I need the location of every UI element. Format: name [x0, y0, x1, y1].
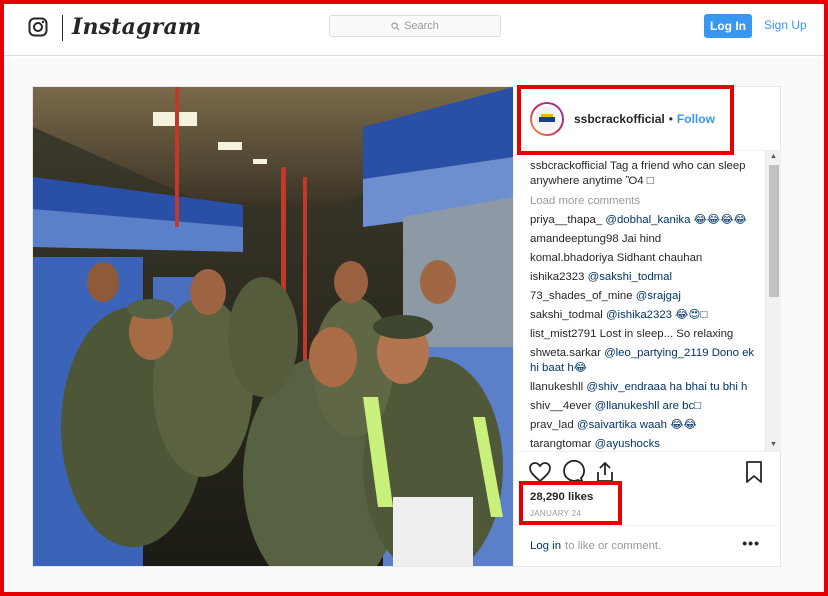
comment-text: Sidhant chauhan [616, 252, 703, 264]
comment-text: @shiv_endraaa ha bhai tu bhi h [586, 381, 748, 393]
comment-username[interactable]: amandeeptung98 [530, 233, 619, 245]
comment-text: Lost in sleep... So relaxing [599, 328, 734, 340]
ssb-logo-icon [535, 106, 559, 131]
comment-item: llanukeshll @shiv_endraaa ha bhai tu bhi… [530, 380, 762, 395]
login-link[interactable]: Log in [530, 540, 561, 552]
comment-text: @llanukeshll are bc□ [594, 400, 702, 412]
comment-item: shweta.sarkar @leo_partying_2119 Dono ek… [530, 346, 762, 376]
comment-username[interactable]: ishika2323 [530, 271, 584, 283]
comment-item: sakshi_todmal @ishika2323 😂😍□ [530, 308, 762, 323]
separator-dot: • [668, 111, 673, 126]
comments-list: ssbcrackofficial Tag a friend who can sl… [530, 159, 762, 451]
search-input[interactable]: Search [329, 15, 501, 37]
scroll-up-arrow-icon[interactable]: ▲ [770, 153, 777, 160]
caption: ssbcrackofficial Tag a friend who can sl… [530, 159, 762, 189]
signup-link[interactable]: Sign Up [764, 18, 807, 32]
post-sidebar: ssbcrackofficial • Follow ssbcrackoffici… [513, 87, 781, 566]
instagram-wordmark[interactable]: Instagram [72, 14, 201, 40]
comment-text: @dobhal_kanika 😂😂😂😂 [605, 214, 747, 226]
heart-icon[interactable] [528, 460, 552, 484]
load-more-comments-button[interactable]: Load more comments [530, 195, 762, 207]
login-prompt-text: to like or comment. [565, 540, 662, 552]
post-username[interactable]: ssbcrackofficial [574, 112, 665, 126]
likes-count[interactable]: 28,290 likes [530, 491, 593, 503]
login-button[interactable]: Log In [704, 14, 752, 38]
instagram-camera-icon[interactable] [28, 17, 48, 37]
top-nav: Instagram Search Log In Sign Up [4, 4, 824, 56]
more-options-icon[interactable]: ••• [742, 535, 760, 551]
comment-text: @ishika2323 😂😍□ [605, 309, 708, 321]
comment-item: 73_shades_of_mine @srajgaj [530, 289, 762, 304]
comments-scrollbar[interactable]: ▲ ▼ [765, 151, 781, 451]
header-divider [62, 15, 63, 41]
comments-panel[interactable]: ssbcrackofficial Tag a friend who can sl… [514, 151, 781, 451]
comment-item: prav_lad @saivartika waah 😂😂 [530, 418, 762, 433]
comment-text: Jai hind [621, 233, 662, 245]
share-icon[interactable] [593, 460, 617, 484]
follow-button[interactable]: Follow [677, 112, 715, 126]
bookmark-icon[interactable] [742, 460, 766, 484]
comment-text: @srajgaj [635, 290, 681, 302]
comment-username[interactable]: komal.bhadoriya [530, 252, 614, 264]
comment-icon[interactable] [561, 460, 585, 484]
comment-username[interactable]: prav_lad [530, 419, 574, 431]
caption-username[interactable]: ssbcrackofficial [530, 160, 607, 172]
scroll-down-arrow-icon[interactable]: ▼ [770, 441, 777, 448]
comment-username[interactable]: shiv__4ever [530, 400, 591, 412]
comment-text: @sakshi_todmal [587, 271, 673, 283]
avatar-image [532, 103, 562, 134]
avatar[interactable] [530, 101, 564, 136]
comment-item: amandeeptung98 Jai hind [530, 232, 762, 247]
comment-item: komal.bhadoriya Sidhant chauhan [530, 251, 762, 266]
search-icon [391, 21, 400, 30]
comment-username[interactable]: shweta.sarkar [530, 347, 601, 359]
comment-item: list_mist2791 Lost in sleep... So relaxi… [530, 327, 762, 342]
scrollbar-thumb[interactable] [769, 165, 779, 297]
post-actions [514, 451, 781, 491]
comment-username[interactable]: sakshi_todmal [530, 309, 603, 321]
comment-text: @ayushocks [594, 438, 660, 450]
comment-text: @saivartika waah 😂😂 [576, 419, 697, 431]
post-date: JANUARY 24 [530, 509, 582, 518]
comment-item: shiv__4ever @llanukeshll are bc□ [530, 399, 762, 414]
comment-username[interactable]: list_mist2791 [530, 328, 596, 340]
comment-item: ishika2323 @sakshi_todmal [530, 270, 762, 285]
comment-item: tarangtomar @ayushocks [530, 437, 762, 451]
post-card: ssbcrackofficial • Follow ssbcrackoffici… [32, 86, 781, 567]
comment-username[interactable]: tarangtomar [530, 438, 591, 450]
comment-username[interactable]: llanukeshll [530, 381, 583, 393]
login-prompt: Log in to like or comment. [514, 525, 781, 566]
post-header: ssbcrackofficial • Follow [514, 87, 781, 151]
comment-username[interactable]: 73_shades_of_mine [530, 290, 633, 302]
comment-item: priya__thapa_ @dobhal_kanika 😂😂😂😂 [530, 213, 762, 228]
search-placeholder: Search [404, 20, 439, 32]
post-photo-illustration [33, 87, 513, 566]
comment-username[interactable]: priya__thapa_ [530, 214, 602, 226]
post-photo[interactable] [33, 87, 513, 566]
